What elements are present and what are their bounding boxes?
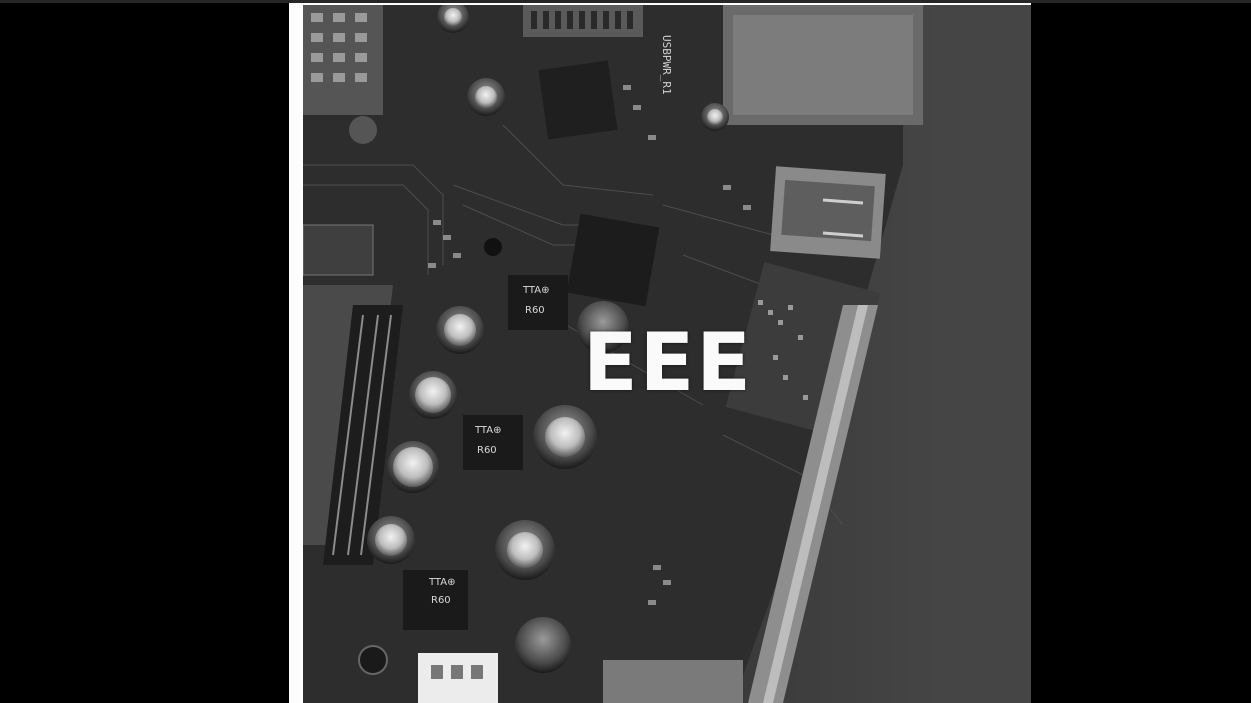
overlay-title: EEE [583, 316, 753, 409]
motherboard-photo: TTA⊕ R60 TTA⊕ R60 TTA⊕ R60 USBPWR_R1 EEE [303, 5, 1031, 703]
inductor-1-top-label: TTA⊕ [522, 285, 549, 296]
inductor-2-top-label: TTA⊕ [474, 425, 501, 436]
usbpwr-header-label: USBPWR_R1 [660, 35, 673, 95]
inductor-3-bottom-label: R60 [431, 595, 451, 606]
image-frame: TTA⊕ R60 TTA⊕ R60 TTA⊕ R60 USBPWR_R1 EEE [289, 3, 1031, 703]
inductor-1-bottom-label: R60 [525, 305, 545, 316]
inductor-3-top-label: TTA⊕ [428, 577, 455, 588]
inductor-2-bottom-label: R60 [477, 445, 497, 456]
